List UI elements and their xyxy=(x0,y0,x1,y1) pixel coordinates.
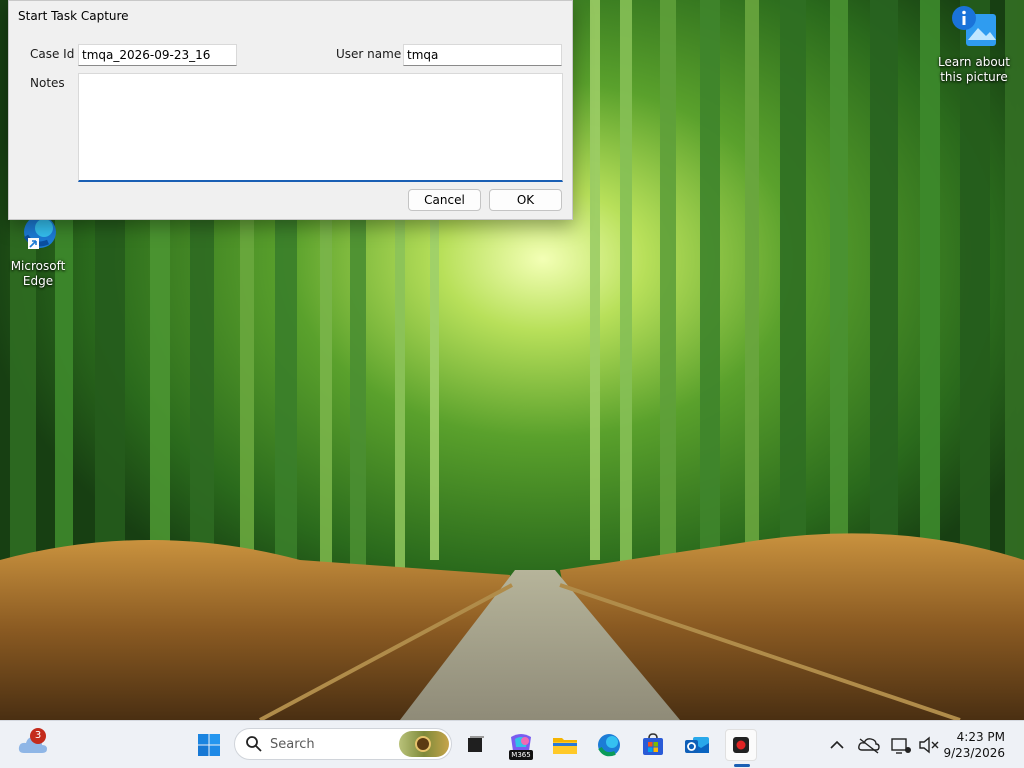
network-status-button[interactable] xyxy=(887,729,915,761)
taskbar-search[interactable]: Search xyxy=(234,728,452,760)
notes-textarea[interactable] xyxy=(78,73,563,182)
user-name-label: User name xyxy=(336,47,402,61)
task-capture-recorder-button[interactable] xyxy=(725,729,757,767)
speaker-muted-icon xyxy=(919,736,939,754)
taskbar-clock[interactable]: 4:23 PM 9/23/2026 xyxy=(943,729,1005,761)
edge-taskbar-button[interactable] xyxy=(593,729,625,761)
desktop-icon-learn-about-picture[interactable]: Learn about this picture xyxy=(936,4,1012,85)
active-indicator xyxy=(734,764,750,767)
notification-badge: 3 xyxy=(30,728,46,744)
microsoft-store-button[interactable] xyxy=(637,729,669,761)
desktop-icon-label: Microsoft Edge xyxy=(10,259,66,288)
folder-icon xyxy=(553,738,577,754)
start-task-capture-dialog: Start Task Capture Case Id User name Not… xyxy=(8,0,573,220)
network-icon xyxy=(891,738,911,754)
search-icon xyxy=(246,736,262,752)
user-name-field[interactable] xyxy=(403,44,562,66)
spotlight-info-icon xyxy=(950,4,998,52)
edge-icon xyxy=(598,734,620,757)
task-view-button[interactable] xyxy=(459,729,491,761)
volume-button[interactable] xyxy=(915,729,943,761)
case-id-label: Case Id xyxy=(30,47,75,61)
onedrive-status-button[interactable] xyxy=(855,729,883,761)
store-icon xyxy=(643,733,663,755)
file-explorer-button[interactable] xyxy=(549,729,581,761)
clock-time: 4:23 PM xyxy=(956,730,1005,744)
desktop-icon-label: Learn about this picture xyxy=(938,55,1010,84)
chevron-up-icon xyxy=(830,740,844,749)
notes-label: Notes xyxy=(30,76,65,90)
m365-copilot-button[interactable]: M365 xyxy=(505,729,537,761)
dialog-title: Start Task Capture xyxy=(18,9,129,23)
ok-button[interactable]: OK xyxy=(489,189,562,211)
search-placeholder: Search xyxy=(270,737,315,752)
start-button[interactable] xyxy=(193,729,225,761)
outlook-icon xyxy=(685,737,709,753)
task-view-icon xyxy=(468,736,484,752)
desktop-icon-microsoft-edge[interactable]: Microsoft Edge xyxy=(0,208,76,289)
case-id-field[interactable] xyxy=(78,44,237,66)
weather-widget[interactable]: 3 xyxy=(16,728,50,761)
clock-date: 9/23/2026 xyxy=(943,746,1005,760)
windows-logo-icon xyxy=(198,734,220,756)
cancel-button[interactable]: Cancel xyxy=(408,189,481,211)
taskbar: 3 Search M365 4:23 PM 9/23/2026 xyxy=(0,720,1024,768)
search-highlight-image xyxy=(399,731,449,757)
outlook-button[interactable] xyxy=(681,729,713,761)
record-icon xyxy=(733,737,749,753)
show-hidden-icons-button[interactable] xyxy=(825,729,849,761)
m365-label: M365 xyxy=(509,750,533,760)
cloud-offline-icon xyxy=(858,738,880,754)
